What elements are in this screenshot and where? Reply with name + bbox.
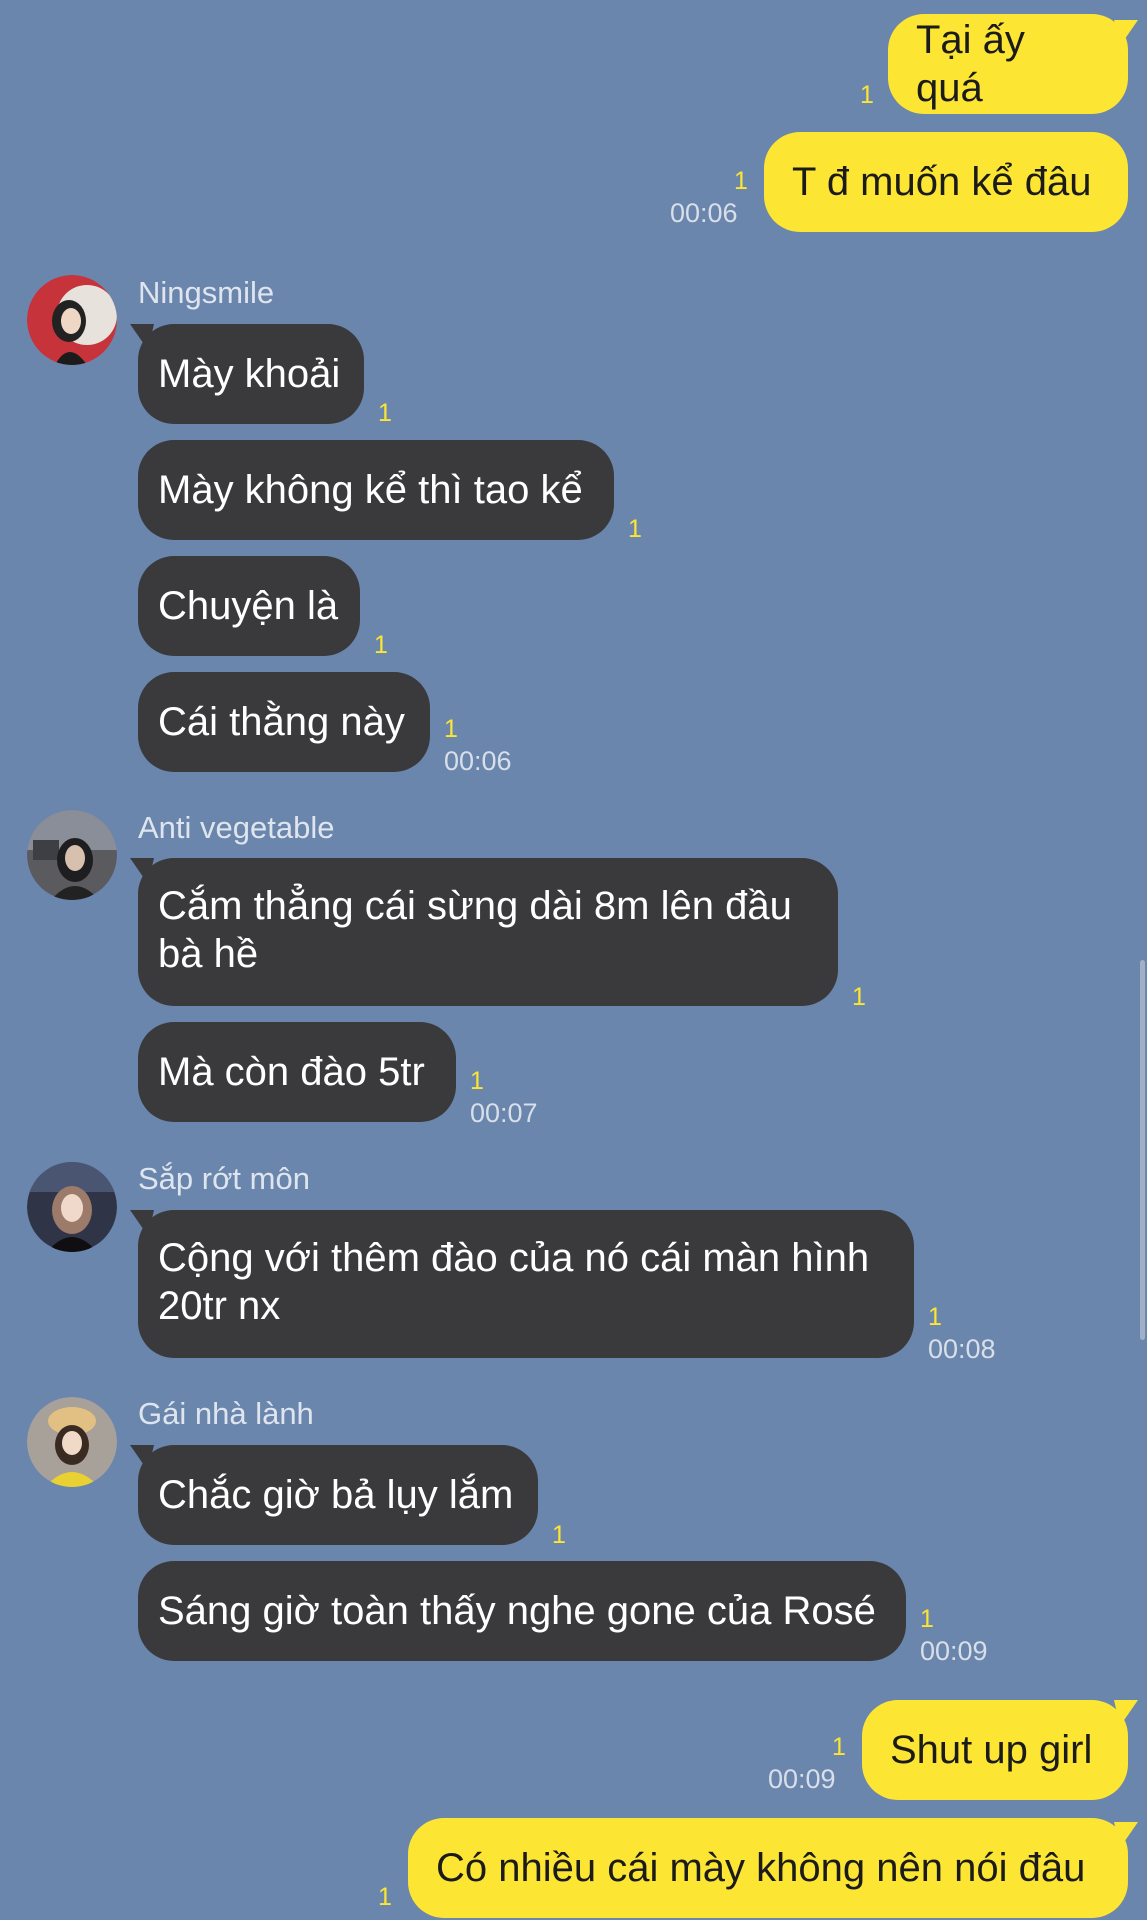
read-count: 1 <box>374 631 388 659</box>
message-text-line: 20tr nx <box>158 1284 281 1328</box>
read-count: 1 <box>444 715 458 743</box>
message-timestamp: 00:09 <box>768 1764 836 1794</box>
message-text: Shut up girl <box>890 1728 1093 1772</box>
message-timestamp: 00:08 <box>928 1334 996 1364</box>
message-timestamp: 00:07 <box>470 1098 538 1128</box>
user-avatar-icon[interactable] <box>27 1162 117 1252</box>
read-count: 1 <box>734 167 748 195</box>
read-count: 1 <box>552 1521 566 1549</box>
message-text: Chắc giờ bả lụy lắm <box>158 1473 514 1517</box>
read-count: 1 <box>378 399 392 427</box>
message-text: T đ muốn kể đâu <box>792 160 1092 204</box>
their-message-bubble[interactable]: Cái thằng này <box>138 672 430 772</box>
message-text-line: Cộng với thêm đào của nó cái màn hình <box>158 1236 870 1280</box>
read-count: 1 <box>832 1733 846 1761</box>
message-text-line: Cắm thẳng cái sừng dài 8m lên đầu <box>158 884 792 928</box>
their-message-bubble[interactable]: Cắm thẳng cái sừng dài 8m lên đầu bà hề <box>138 858 838 1006</box>
sender-name: Anti vegetable <box>138 810 335 845</box>
message-text: Mày khoải <box>158 352 341 396</box>
message-timestamp: 00:06 <box>670 198 738 228</box>
their-message-bubble[interactable]: Mày khoải <box>138 324 364 424</box>
message-text: Có nhiều cái mày không nên nói đâu <box>436 1846 1086 1890</box>
user-avatar-icon[interactable] <box>27 275 117 365</box>
their-message-bubble[interactable]: Cộng với thêm đào của nó cái màn hình 20… <box>138 1210 914 1358</box>
read-count: 1 <box>860 81 874 109</box>
their-message-bubble[interactable]: Mày không kể thì tao kể <box>138 440 614 540</box>
message-text: Tại ấy quá <box>916 18 1025 110</box>
their-message-bubble[interactable]: Chắc giờ bả lụy lắm <box>138 1445 538 1545</box>
message-text: Sáng giờ toàn thấy nghe gone của Rosé <box>158 1589 876 1633</box>
my-message-bubble[interactable]: Tại ấy quá <box>888 14 1128 114</box>
my-message-bubble[interactable]: T đ muốn kể đâu <box>764 132 1128 232</box>
read-count: 1 <box>920 1605 934 1633</box>
their-message-bubble[interactable]: Chuyện là <box>138 556 360 656</box>
message-text-line: bà hề <box>158 932 259 976</box>
their-message-bubble[interactable]: Mà còn đào 5tr <box>138 1022 456 1122</box>
their-message-bubble[interactable]: Sáng giờ toàn thấy nghe gone của Rosé <box>138 1561 906 1661</box>
message-timestamp: 00:06 <box>444 746 512 776</box>
sender-name: Gái nhà lành <box>138 1396 314 1431</box>
user-avatar-icon[interactable] <box>27 810 117 900</box>
message-text: Cái thằng này <box>158 700 405 744</box>
read-count: 1 <box>852 983 866 1011</box>
message-text: Mà còn đào 5tr <box>158 1050 425 1094</box>
message-text: Chuyện là <box>158 584 339 628</box>
read-count: 1 <box>628 515 642 543</box>
read-count: 1 <box>378 1883 392 1911</box>
message-timestamp: 00:09 <box>920 1636 988 1666</box>
my-message-bubble[interactable]: Có nhiều cái mày không nên nói đâu <box>408 1818 1128 1918</box>
message-text: Mày không kể thì tao kể <box>158 468 583 512</box>
my-message-bubble[interactable]: Shut up girl <box>862 1700 1128 1800</box>
read-count: 1 <box>928 1303 942 1331</box>
read-count: 1 <box>470 1067 484 1095</box>
sender-name: Ningsmile <box>138 275 275 310</box>
sender-name: Sắp rớt môn <box>138 1161 310 1196</box>
user-avatar-icon[interactable] <box>27 1397 117 1487</box>
scrollbar[interactable] <box>1140 960 1145 1340</box>
